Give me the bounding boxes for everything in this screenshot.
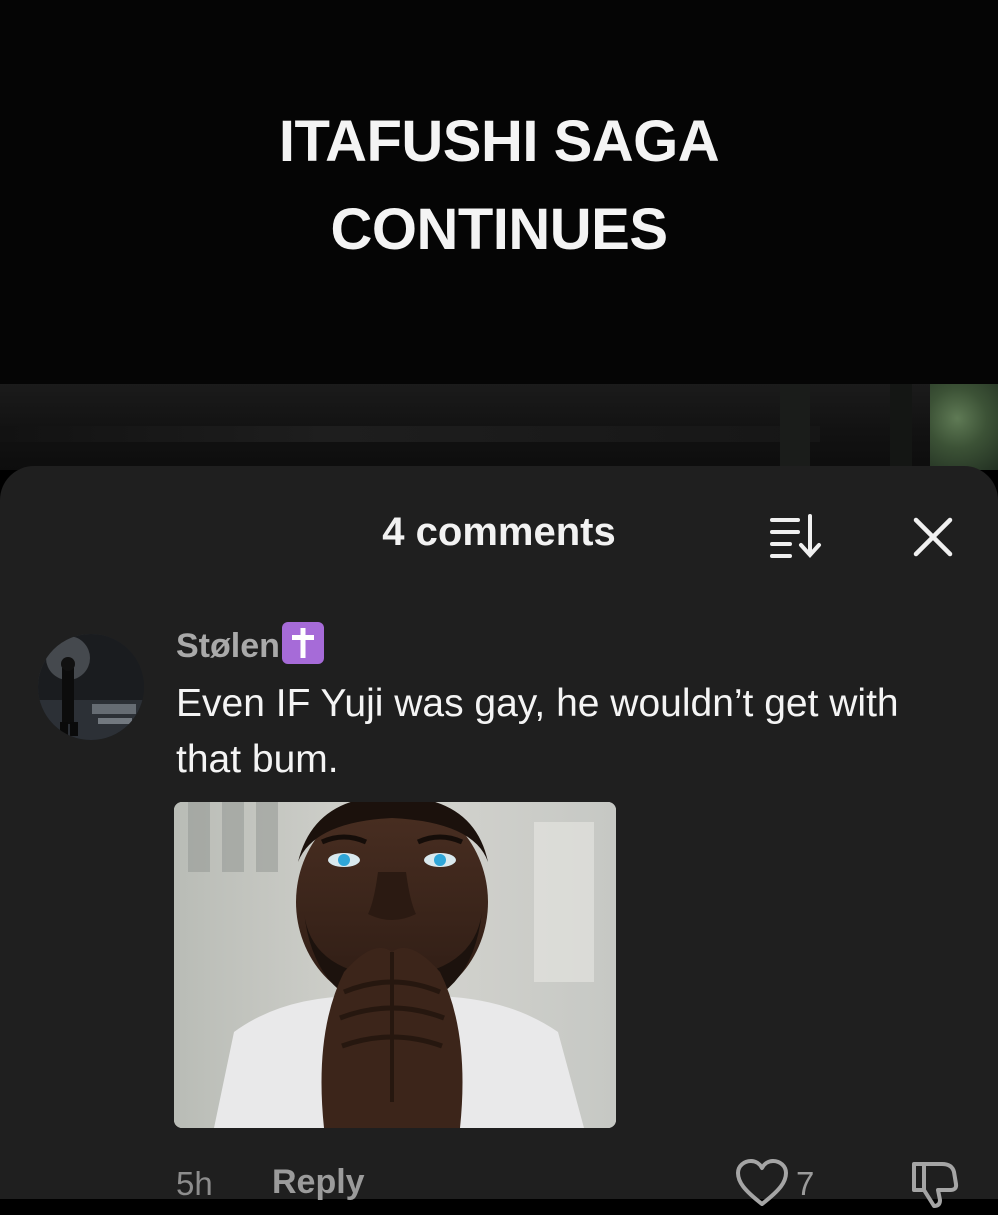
comment-username[interactable]: Stølen <box>176 622 324 670</box>
like-count: 7 <box>796 1165 815 1202</box>
comment-text: Even IF Yuji was gay, he wouldn’t get wi… <box>176 682 899 781</box>
caption-line-1: ITAFUSHI SAGA <box>278 109 720 174</box>
like-button[interactable] <box>734 1158 790 1210</box>
comment-actions: 5h Reply 7 <box>0 1154 998 1214</box>
comment-attached-image[interactable] <box>174 802 616 1128</box>
comments-count-title: 4 comments <box>382 510 616 554</box>
reply-button[interactable]: Reply <box>272 1160 365 1204</box>
thumbs-down-icon[interactable] <box>906 1158 962 1208</box>
heart-icon <box>734 1159 790 1214</box>
comments-header: 4 comments <box>0 466 998 596</box>
sort-descending-icon[interactable] <box>766 510 826 562</box>
video-frame <box>0 384 998 470</box>
avatar[interactable] <box>38 634 144 740</box>
caption-line-2: CONTINUES <box>330 197 668 262</box>
video-caption: ITAFUSHI SAGA CONTINUES <box>0 98 998 274</box>
latin-cross-icon <box>281 622 324 664</box>
comment-timestamp: 5h <box>176 1165 213 1202</box>
close-icon[interactable] <box>906 510 960 564</box>
comments-sheet: 4 comments Stølen Even IF Yuji was gay, … <box>0 466 998 1208</box>
username-text: Stølen <box>176 627 280 665</box>
video-player[interactable]: ITAFUSHI SAGA CONTINUES <box>0 0 998 470</box>
